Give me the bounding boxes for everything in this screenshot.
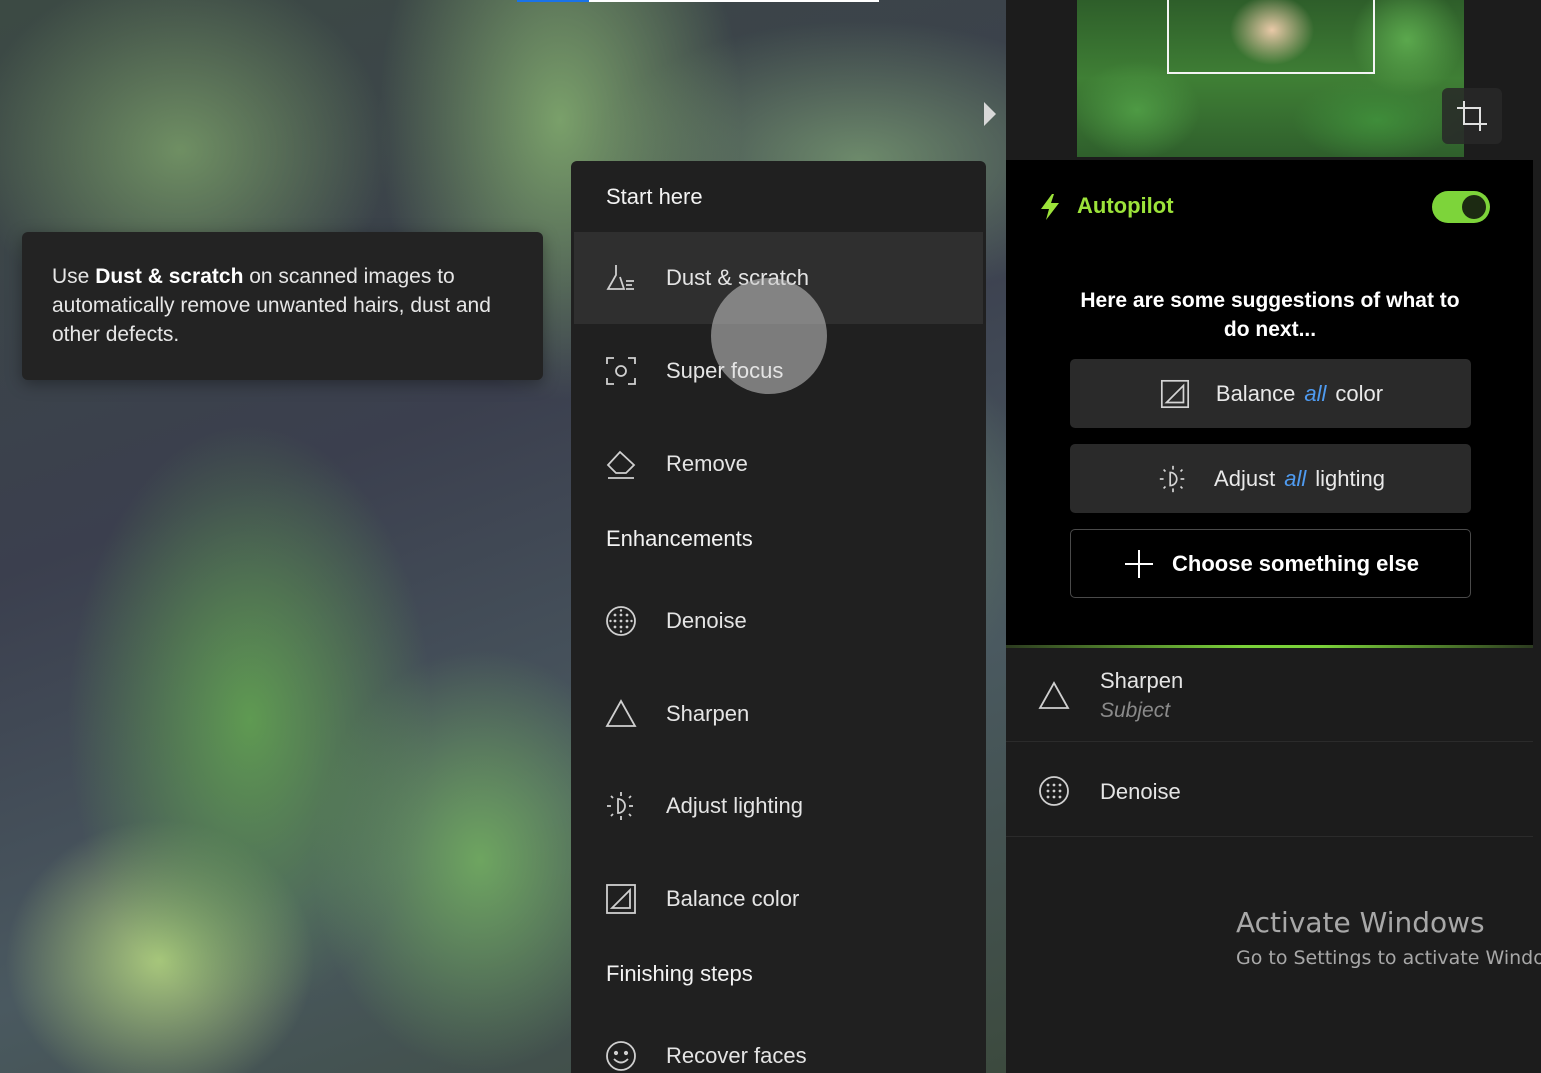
choose-something-else-button[interactable]: Choose something else	[1070, 529, 1471, 598]
button-label-post: lighting	[1315, 465, 1385, 491]
button-label-pre: Balance	[1215, 380, 1296, 406]
applied-item-title: Denoise	[1100, 779, 1181, 804]
autopilot-divider	[1006, 645, 1533, 648]
button-label-em: all	[1284, 465, 1307, 491]
menu-item-remove[interactable]: Remove	[574, 418, 983, 510]
crop-icon	[1457, 101, 1487, 131]
menu-item-denoise[interactable]: Denoise	[574, 575, 983, 667]
triangle-icon	[1036, 678, 1072, 714]
eraser-icon	[603, 446, 639, 482]
contrast-square-icon	[1158, 377, 1192, 411]
menu-item-super-focus[interactable]: Super focus	[574, 325, 983, 417]
smiley-icon	[603, 1038, 639, 1073]
navigator-viewport-frame[interactable]	[1167, 0, 1375, 74]
button-label: Choose something else	[1172, 550, 1419, 576]
menu-item-dust-scratch[interactable]: Dust & scratch	[574, 232, 983, 394]
button-label-em: all	[1304, 380, 1327, 406]
menu-item-label: Denoise	[666, 608, 747, 633]
plus-icon	[1122, 547, 1156, 581]
watermark-subtitle: Go to Settings to activate Windows.	[1236, 947, 1541, 969]
suggestion-text: Here are some suggestions of what to do …	[1080, 289, 1460, 341]
dotted-circle-icon	[603, 603, 639, 639]
activate-windows-watermark: Activate Windows Go to Settings to activ…	[1236, 906, 1541, 969]
menu-item-label: Super focus	[666, 358, 784, 383]
autopilot-panel: Autopilot Here are some suggestions of w…	[1006, 160, 1533, 647]
tooltip-text-prefix: Use	[52, 265, 96, 288]
dotted-circle-icon	[1036, 773, 1072, 809]
applied-item-subtitle: Subject	[1100, 699, 1171, 722]
tool-menu: Start here Dust & scratch Super focus Re…	[571, 161, 986, 1073]
triangle-icon	[603, 696, 639, 732]
autopilot-toggle[interactable]	[1432, 191, 1490, 223]
lightbulb-icon	[1156, 462, 1190, 496]
button-label-pre: Adjust	[1214, 465, 1276, 491]
menu-item-adjust-lighting[interactable]: Adjust lighting	[574, 760, 983, 852]
button-label-post: color	[1335, 380, 1384, 406]
section-heading-finishing-steps: Finishing steps	[606, 961, 753, 986]
lightbulb-icon	[603, 788, 639, 824]
navigator-thumbnail[interactable]	[1077, 0, 1464, 157]
menu-item-label: Sharpen	[666, 701, 750, 726]
lightning-icon	[1041, 194, 1059, 220]
balance-all-color-button[interactable]: Balance all color	[1070, 359, 1471, 428]
menu-item-balance-color[interactable]: Balance color	[574, 853, 983, 945]
feature-tooltip: Use Dust & scratch on scanned images to …	[22, 232, 543, 380]
menu-item-label: Recover faces	[666, 1043, 807, 1068]
menu-item-label: Balance color	[666, 886, 800, 911]
toggle-knob	[1462, 195, 1486, 219]
top-progress-fill	[517, 0, 589, 2]
focus-frame-icon	[603, 353, 639, 389]
contrast-square-icon	[603, 881, 639, 917]
menu-item-recover-faces[interactable]: Recover faces	[574, 1010, 983, 1073]
watermark-title: Activate Windows	[1236, 906, 1485, 939]
applied-item-denoise[interactable]: Denoise	[1006, 745, 1533, 837]
applied-item-title: Sharpen	[1100, 668, 1184, 693]
broom-icon	[603, 260, 639, 296]
section-heading-start-here: Start here	[606, 184, 703, 209]
applied-item-sharpen[interactable]: Sharpen Subject	[1006, 650, 1533, 742]
autopilot-title: Autopilot	[1077, 193, 1174, 218]
menu-item-sharpen[interactable]: Sharpen	[574, 668, 983, 760]
collapse-panel-arrow-icon[interactable]	[980, 100, 1000, 128]
adjust-all-lighting-button[interactable]: Adjust all lighting	[1070, 444, 1471, 513]
section-heading-enhancements: Enhancements	[606, 526, 753, 551]
crop-button[interactable]	[1442, 88, 1502, 144]
menu-item-label: Adjust lighting	[666, 793, 803, 818]
menu-item-label: Remove	[666, 451, 748, 476]
tooltip-text-bold: Dust & scratch	[95, 265, 244, 288]
